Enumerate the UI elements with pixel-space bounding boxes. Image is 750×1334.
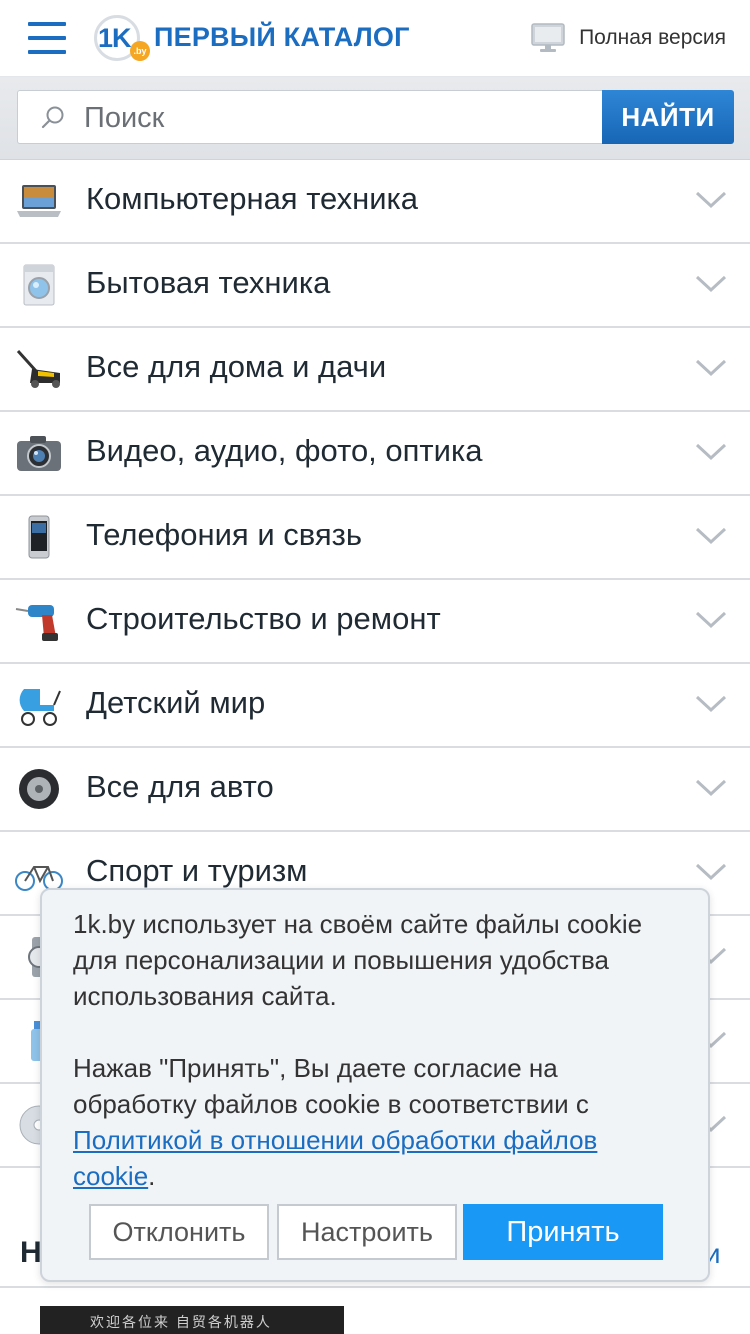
search-button[interactable]: НАЙТИ bbox=[602, 90, 734, 144]
category-label: Строительство и ремонт bbox=[86, 601, 441, 636]
cookie-consent-text-end: . bbox=[148, 1161, 156, 1191]
smartphone-icon bbox=[28, 515, 50, 559]
chevron-down-icon bbox=[695, 695, 727, 713]
menu-icon[interactable] bbox=[28, 22, 66, 54]
settings-button[interactable]: Настроить bbox=[277, 1204, 457, 1260]
logo[interactable]: 1K .by ПЕРВЫЙ КАТАЛОГ bbox=[92, 10, 410, 64]
category-item-phones[interactable]: Телефония и связь bbox=[0, 496, 750, 580]
logo-domain-badge: .by bbox=[130, 41, 150, 61]
washing-machine-icon bbox=[23, 264, 55, 306]
category-label: Спорт и туризм bbox=[86, 853, 308, 888]
category-label: Видео, аудио, фото, оптика bbox=[86, 433, 483, 468]
chevron-down-icon bbox=[695, 611, 727, 629]
category-item-computers[interactable]: Компьютерная техника bbox=[0, 160, 750, 244]
chevron-down-icon bbox=[695, 191, 727, 209]
chevron-down-icon bbox=[695, 275, 727, 293]
full-version-label: Полная версия bbox=[579, 26, 726, 49]
drill-icon bbox=[15, 605, 58, 641]
logo-badge: 1K .by bbox=[92, 11, 150, 63]
news-thumbnail[interactable]: 欢迎各位来 自贸各机器人 bbox=[40, 1306, 344, 1334]
cookie-consent-text: Нажав "Принять", Вы даете согласие на об… bbox=[73, 1050, 673, 1194]
category-item-kids[interactable]: Детский мир bbox=[0, 664, 750, 748]
logo-number: 1K bbox=[98, 23, 132, 53]
cookie-consent-text-start: Нажав "Принять", Вы даете согласие на об… bbox=[73, 1053, 589, 1119]
section-title: Н bbox=[20, 1236, 42, 1269]
category-label: Все для авто bbox=[86, 769, 274, 804]
header: 1K .by ПЕРВЫЙ КАТАЛОГ Полная версия bbox=[0, 0, 750, 77]
stroller-icon bbox=[19, 689, 61, 726]
search-input[interactable] bbox=[82, 97, 586, 139]
full-version-link[interactable]: Полная версия bbox=[531, 18, 726, 58]
divider bbox=[0, 1286, 750, 1288]
decline-button[interactable]: Отклонить bbox=[89, 1204, 269, 1260]
cookie-text: 1k.by использует на своём сайте файлы co… bbox=[73, 909, 643, 1011]
search-bar: НАЙТИ bbox=[0, 77, 750, 160]
category-label: Компьютерная техника bbox=[86, 181, 419, 216]
category-label: Детский мир bbox=[86, 685, 266, 720]
tire-icon bbox=[19, 769, 59, 809]
lawn-mower-icon bbox=[16, 349, 60, 388]
monitor-icon bbox=[531, 23, 565, 52]
category-item-construction[interactable]: Строительство и ремонт bbox=[0, 580, 750, 664]
category-item-av-photo[interactable]: Видео, аудио, фото, оптика bbox=[0, 412, 750, 496]
chevron-down-icon bbox=[695, 527, 727, 545]
category-item-auto[interactable]: Все для авто bbox=[0, 748, 750, 832]
accept-button[interactable]: Принять bbox=[463, 1204, 663, 1260]
laptop-icon bbox=[17, 185, 61, 217]
chevron-down-icon bbox=[695, 779, 727, 797]
category-label: Телефония и связь bbox=[86, 517, 363, 552]
search-icon bbox=[41, 106, 64, 129]
thumbnail-caption: 欢迎各位来 自贸各机器人 bbox=[90, 1314, 272, 1330]
category-label: Все для дома и дачи bbox=[86, 349, 387, 384]
category-item-home-garden[interactable]: Все для дома и дачи bbox=[0, 328, 750, 412]
chevron-down-icon bbox=[695, 443, 727, 461]
chevron-down-icon bbox=[695, 863, 727, 881]
camera-icon bbox=[17, 436, 61, 471]
chevron-down-icon bbox=[695, 359, 727, 377]
logo-text: ПЕРВЫЙ КАТАЛОГ bbox=[154, 21, 410, 52]
category-label: Бытовая техника bbox=[86, 265, 331, 300]
cookie-consent-dialog: 1k.by использует на своём сайте файлы co… bbox=[40, 888, 710, 1282]
category-item-appliances[interactable]: Бытовая техника bbox=[0, 244, 750, 328]
search-box bbox=[17, 90, 602, 144]
